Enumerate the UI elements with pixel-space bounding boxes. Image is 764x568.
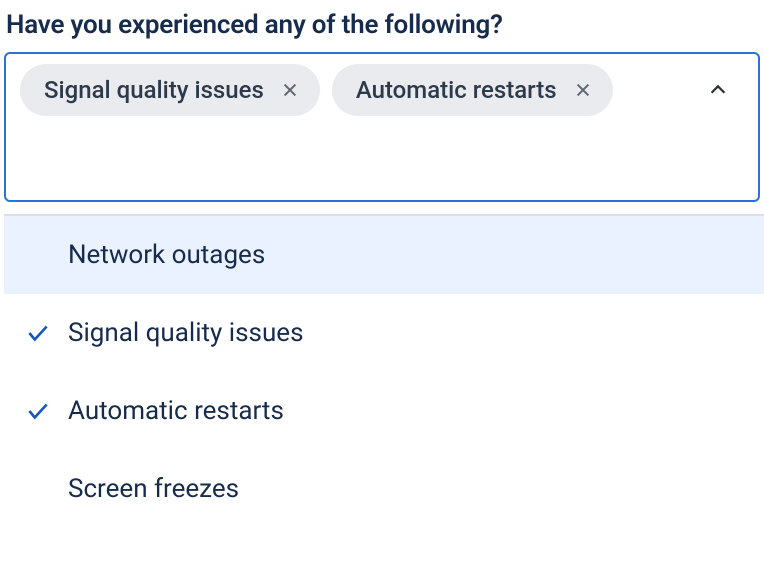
check-icon: [24, 397, 52, 425]
option-network-outages[interactable]: Network outages: [4, 216, 764, 294]
option-screen-freezes[interactable]: Screen freezes: [4, 450, 764, 528]
option-label: Screen freezes: [68, 474, 239, 504]
chevron-up-icon[interactable]: [704, 76, 732, 104]
chip-signal-quality-issues[interactable]: Signal quality issues: [20, 64, 320, 116]
close-icon[interactable]: [571, 78, 595, 102]
chip-automatic-restarts[interactable]: Automatic restarts: [332, 64, 613, 116]
option-signal-quality-issues[interactable]: Signal quality issues: [4, 294, 764, 372]
selected-chips: Signal quality issues Automatic restarts: [20, 64, 744, 116]
chip-label: Signal quality issues: [44, 76, 264, 104]
option-label: Automatic restarts: [68, 396, 284, 426]
check-icon: [24, 319, 52, 347]
dropdown-listbox: Network outages Signal quality issues Au…: [4, 214, 764, 528]
chip-label: Automatic restarts: [356, 76, 557, 104]
multiselect-control[interactable]: Signal quality issues Automatic restarts: [4, 52, 760, 202]
multiselect-field: Have you experienced any of the followin…: [0, 0, 764, 528]
option-label: Signal quality issues: [68, 318, 304, 348]
option-label: Network outages: [68, 240, 265, 270]
option-automatic-restarts[interactable]: Automatic restarts: [4, 372, 764, 450]
question-label: Have you experienced any of the followin…: [4, 0, 760, 52]
close-icon[interactable]: [278, 78, 302, 102]
